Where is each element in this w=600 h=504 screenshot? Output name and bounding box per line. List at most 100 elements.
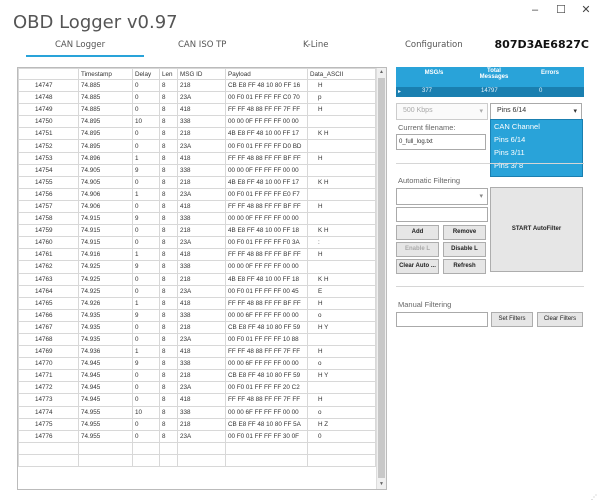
cell-ascii: H (307, 393, 376, 407)
table-row[interactable]: 14756 74.906 1 8 23A 00 F0 01 FF FF FF E0 F7 (18, 187, 376, 201)
cell-msg-id: 23A (177, 381, 226, 395)
scrollbar-thumb[interactable] (378, 78, 385, 478)
cell-msg-id: 418 (177, 345, 226, 359)
col-header-ascii[interactable]: Data_ASCII (307, 68, 376, 80)
cell-payload: 00 00 0F FF FF FF 00 00 (225, 115, 308, 129)
col-header-payload[interactable]: Payload (225, 68, 308, 80)
table-row[interactable]: 14761 74.916 1 8 418 FF FF 48 88 FF FF BF FF H (18, 248, 376, 262)
chevron-down-icon[interactable]: ▾ (573, 107, 577, 115)
add-button[interactable]: Add (396, 225, 439, 240)
cell-len: 8 (159, 199, 178, 214)
start-autofilter-button[interactable]: START AutoFilter (490, 187, 583, 272)
scroll-down-icon[interactable]: ▼ (377, 480, 386, 489)
tab-k-line[interactable]: K-Line (303, 40, 328, 50)
can-log-table[interactable]: Timestamp Delay Len MSG ID Payload Data_… (17, 67, 387, 490)
pins-select[interactable]: Pins 6/14 ▾ (490, 103, 582, 120)
table-row[interactable]: 14773 74.945 0 8 418 FF FF 48 88 FF FF 7F FF H (18, 393, 376, 407)
cell-ascii (307, 332, 376, 347)
tab-can-iso-tp[interactable]: CAN ISO TP (178, 40, 226, 50)
close-button[interactable]: ✕ (577, 2, 595, 18)
auto-filter-select[interactable]: ▾ (396, 188, 488, 205)
table-row[interactable]: 14755 74.905 0 8 218 4B E8 FF 48 10 00 FF 17 K… (18, 175, 376, 189)
set-filters-button[interactable]: Set Filters (491, 312, 533, 327)
scroll-up-icon[interactable]: ▲ (377, 68, 386, 77)
cell-len: 8 (159, 332, 178, 347)
pins-option-3-11[interactable]: Pins 3/11 (491, 146, 582, 159)
table-row[interactable]: 14759 74.915 0 8 218 4B E8 FF 48 10 00 FF 18 K… (18, 224, 376, 238)
table-row[interactable]: 14752 74.895 0 8 23A 00 F0 01 FF FF FF D0 BD (18, 139, 376, 153)
tab-configuration[interactable]: Configuration (405, 40, 463, 50)
table-row[interactable]: 14762 74.925 9 8 338 00 00 0F FF FF FF 00 00 (18, 260, 376, 274)
pins-option-3-8[interactable]: Pins 3/ 8 (491, 159, 582, 172)
table-row[interactable]: 14769 74.936 1 8 418 FF FF 48 88 FF FF 7F FF H (18, 345, 376, 359)
cell-msg-id: 338 (177, 115, 226, 129)
maximize-button[interactable]: ☐ (552, 2, 570, 18)
table-row[interactable]: 14748 74.885 0 8 23A 00 F0 01 FF FF FF C0 70 p (18, 91, 376, 105)
enable-button[interactable]: Enable L (396, 242, 439, 257)
cell-timestamp: 74.906 (78, 199, 133, 214)
table-row[interactable]: 14758 74.915 9 8 338 00 00 0F FF FF FF 00 00 (18, 212, 376, 226)
vertical-scrollbar[interactable]: ▲ ▼ (376, 68, 386, 489)
col-header-len[interactable]: Len (159, 68, 178, 80)
refresh-button[interactable]: Refresh (443, 259, 486, 274)
cell-delay: 9 (132, 357, 160, 371)
table-row[interactable]: 14757 74.906 0 8 418 FF FF 48 88 FF FF BF FF H (18, 199, 376, 214)
cell-ascii: K H (307, 224, 376, 238)
filename-field[interactable]: 0_full_log.txt (396, 134, 486, 150)
table-row[interactable]: 14772 74.945 0 8 23A 00 F0 01 FF FF FF 20 C2 (18, 381, 376, 395)
table-row[interactable]: 14760 74.915 0 8 23A 00 F0 01 FF FF FF F0 3A: (18, 236, 376, 250)
cell-payload: 4B E8 FF 48 10 00 FF 18 (225, 224, 308, 238)
table-row[interactable]: 14751 74.895 0 8 218 4B E8 FF 48 10 00 FF 17 K… (18, 127, 376, 141)
col-header-delay[interactable]: Delay (132, 68, 160, 80)
minimize-button[interactable]: – (526, 2, 544, 18)
pins-option-can-channel[interactable]: CAN Channel (491, 120, 582, 133)
clear-auto-button[interactable]: Clear Auto ... (396, 259, 439, 274)
table-row[interactable]: 14775 74.955 0 8 218 CB E8 FF 48 10 80 FF 5A H… (18, 417, 376, 431)
cell-msg-id: 218 (177, 417, 226, 431)
table-row[interactable]: 14774 74.955 10 8 338 00 00 6F FF FF FF 00 00… (18, 405, 376, 419)
cell-ascii: H (307, 248, 376, 262)
table-row[interactable]: 14768 74.935 0 8 23A 00 F0 01 FF FF FF 10 88 (18, 332, 376, 347)
table-row[interactable]: 14753 74.896 1 8 418 FF FF 48 88 FF FF BF FF H (18, 151, 376, 165)
empty-row (18, 453, 376, 468)
cell-len: 8 (159, 369, 178, 383)
table-row[interactable]: 14764 74.925 0 8 23A 00 F0 01 FF FF FF 00 45 E (18, 284, 376, 298)
cell-timestamp: 74.896 (78, 151, 133, 165)
table-row[interactable]: 14766 74.935 9 8 338 00 00 6F FF FF FF 00 00 o (18, 308, 376, 322)
col-header-msg-id[interactable]: MSG ID (177, 68, 226, 80)
table-row[interactable]: 14770 74.945 9 8 338 00 00 6F FF FF FF 00 00 o (18, 357, 376, 371)
cell-timestamp: 74.945 (78, 357, 133, 371)
tab-can-logger[interactable]: CAN Logger (55, 40, 105, 50)
cell-msg-id: 218 (177, 224, 226, 238)
cell-len: 8 (159, 429, 178, 443)
table-row[interactable]: 14776 74.955 0 8 23A 00 F0 01 FF FF FF 30 0F 0 (18, 429, 376, 443)
col-header-timestamp[interactable]: Timestamp (78, 68, 133, 80)
table-row[interactable]: 14763 74.925 0 8 218 4B E8 FF 48 10 00 FF 18 K… (18, 272, 376, 286)
table-row[interactable]: 14767 74.935 0 8 218 CB E8 FF 48 10 80 FF 59 H… (18, 320, 376, 334)
cell-payload: CB E8 FF 48 10 80 FF 59 (225, 369, 308, 383)
pins-option-6-14[interactable]: Pins 6/14 (491, 133, 582, 146)
auto-filter-input[interactable] (396, 207, 488, 222)
table-row[interactable]: 14754 74.905 9 8 338 00 00 0F FF FF FF 00 00 (18, 163, 376, 177)
table-row[interactable]: 14749 74.885 0 8 418 FF FF 48 88 FF FF 7F FF H (18, 103, 376, 117)
col-header-index[interactable] (18, 68, 79, 80)
cell-payload: CB E8 FF 48 10 80 FF 16 (225, 78, 308, 93)
clear-filters-button[interactable]: Clear Filters (537, 312, 583, 327)
cell-index: 14747 (18, 78, 79, 93)
table-row[interactable]: 14771 74.945 0 8 218 CB E8 FF 48 10 80 FF 59 H… (18, 369, 376, 383)
resize-grip-icon[interactable]: ⋰ (591, 494, 597, 501)
table-row[interactable]: 14765 74.926 1 8 418 FF FF 48 88 FF FF BF FF H (18, 296, 376, 310)
cell-delay: 0 (132, 127, 160, 141)
remove-button[interactable]: Remove (443, 225, 486, 240)
table-row[interactable]: 14750 74.895 10 8 338 00 00 0F FF FF FF 00 00 (18, 115, 376, 129)
disable-button[interactable]: Disable L (443, 242, 486, 257)
table-row[interactable]: 14747 74.885 0 8 218 CB E8 FF 48 10 80 FF 16 H (18, 78, 376, 93)
cell-timestamp: 74.915 (78, 212, 133, 226)
manual-filter-input[interactable] (396, 312, 488, 327)
cell-timestamp: 74.895 (78, 115, 133, 129)
chevron-down-icon[interactable]: ▾ (479, 192, 483, 200)
cell-len: 8 (159, 163, 178, 177)
cell-msg-id: 418 (177, 199, 226, 214)
cell-index: 14757 (18, 199, 79, 214)
cell-payload: FF FF 48 88 FF FF 7F FF (225, 345, 308, 359)
